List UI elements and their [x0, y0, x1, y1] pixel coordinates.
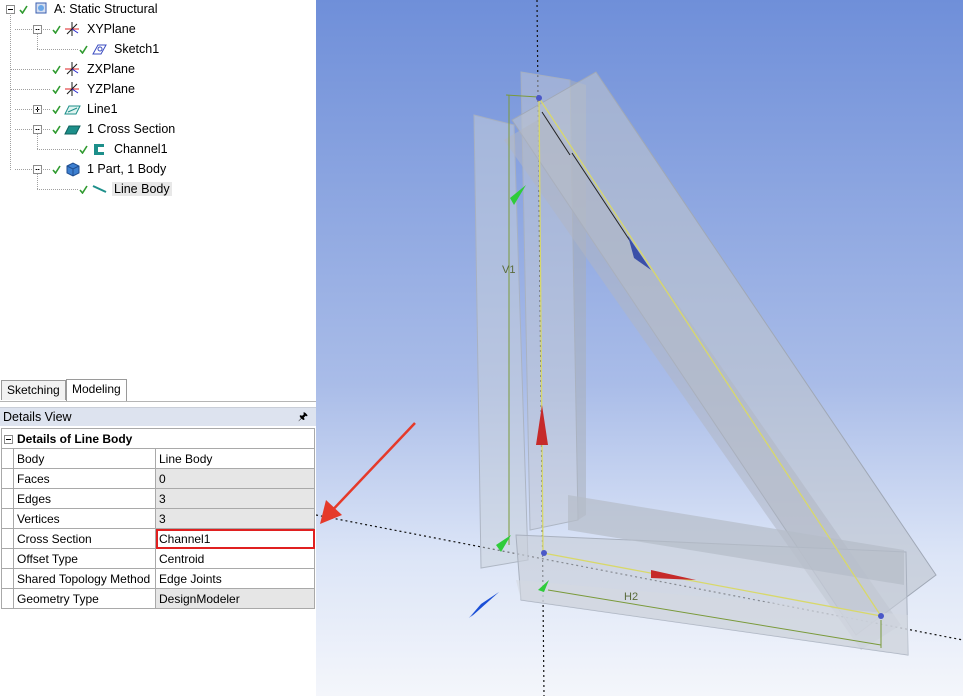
model-scene — [316, 0, 963, 696]
tree-connector — [15, 169, 50, 170]
details-group-row[interactable]: Details of Line Body — [0, 428, 316, 449]
details-row[interactable]: Shared Topology Method Edge Joints — [1, 568, 316, 589]
details-view-header: Details View 🖈 — [0, 407, 316, 426]
property-edges-value[interactable]: 3 — [154, 488, 316, 509]
property-vertices-label: Vertices — [13, 508, 156, 529]
collapse-icon[interactable] — [4, 434, 13, 444]
part-body-icon — [66, 162, 80, 177]
channel-icon — [94, 144, 104, 155]
mode-tabs: Sketching Modeling — [0, 377, 316, 402]
plane-axes-icon — [65, 62, 79, 76]
check-icon — [52, 85, 61, 94]
vertex-origin[interactable] — [541, 550, 547, 556]
property-shared-topology-method-value[interactable]: Edge Joints — [154, 568, 316, 589]
tab-sketching[interactable]: Sketching — [1, 380, 66, 400]
check-icon — [19, 5, 28, 14]
tree-connector — [15, 129, 50, 130]
vertex-top[interactable] — [536, 95, 542, 101]
details-view-title: Details View — [3, 410, 72, 424]
details-table: Details of Line Body Body Line Body Faces 0… — [0, 428, 316, 609]
tree-connector — [10, 69, 50, 70]
property-vertices-value[interactable]: 3 — [154, 508, 316, 529]
tree-item-parts[interactable]: 1 Part, 1 Body — [33, 159, 168, 179]
tree-item-label: 1 Cross Section — [87, 122, 176, 136]
plane-axes-icon — [65, 82, 79, 96]
property-geometry-type-value[interactable]: DesignModeler — [154, 588, 316, 609]
dimension-v1-label[interactable]: V1 — [502, 264, 515, 276]
tree-item-label: Sketch1 — [114, 42, 160, 56]
tree-item-static-structural[interactable]: A: Static Structural — [6, 0, 160, 19]
property-offset-type-label: Offset Type — [13, 548, 156, 569]
tree-connector — [37, 149, 78, 150]
cross-section-icon — [64, 125, 81, 135]
tree-connector — [37, 49, 78, 50]
details-row[interactable]: Cross Section Channel1 — [1, 528, 316, 549]
check-icon — [52, 65, 61, 74]
check-icon — [79, 145, 88, 154]
tree-item-label: A: Static Structural — [54, 2, 158, 16]
tree-connector — [15, 109, 50, 110]
tree-item-label: Line1 — [87, 102, 118, 116]
tree-item-label: 1 Part, 1 Body — [87, 162, 167, 176]
tree-item-label: Channel1 — [114, 142, 168, 156]
tree-connector — [37, 189, 78, 190]
tab-modeling[interactable]: Modeling — [66, 379, 127, 401]
tree-connector — [37, 174, 38, 189]
property-cross-section-value[interactable]: Channel1 — [154, 528, 316, 549]
check-icon — [52, 105, 61, 114]
tree-item-label: ZXPlane — [87, 62, 135, 76]
tree-item-label: XYPlane — [87, 22, 136, 36]
tree-connector — [10, 89, 50, 90]
check-icon — [52, 25, 61, 34]
tree-connector — [37, 134, 38, 149]
details-row[interactable]: Faces 0 — [1, 468, 316, 489]
left-panel: A: Static Structural XYPlane Sketch1 ZXPlan… — [0, 0, 316, 696]
line-body-icon — [92, 185, 107, 193]
property-faces-label: Faces — [13, 468, 156, 489]
tree-item-cross-section[interactable]: 1 Cross Section — [33, 119, 177, 139]
line-feature-icon — [64, 105, 81, 115]
details-row[interactable]: Edges 3 — [1, 488, 316, 509]
details-row[interactable]: Offset Type Centroid — [1, 548, 316, 569]
property-cross-section-label: Cross Section — [13, 528, 156, 549]
tree-item-label: YZPlane — [87, 82, 135, 96]
pin-icon[interactable]: 🖈 — [298, 408, 308, 427]
property-shared-topology-method-label: Shared Topology Method — [13, 568, 156, 589]
property-geometry-type-label: Geometry Type — [13, 588, 156, 609]
vertex-right[interactable] — [878, 613, 884, 619]
details-row[interactable]: Body Line Body — [1, 448, 316, 469]
annotation-arrow-icon — [320, 422, 416, 524]
details-row[interactable]: Vertices 3 — [1, 508, 316, 529]
check-icon — [79, 45, 88, 54]
check-icon — [52, 165, 61, 174]
property-body-value[interactable]: Line Body — [154, 448, 316, 469]
details-group-title: Details of Line Body — [17, 431, 133, 446]
sketch-icon — [92, 44, 107, 55]
model-icon — [35, 2, 47, 14]
details-row[interactable]: Geometry Type DesignModeler — [1, 588, 316, 609]
property-faces-value[interactable]: 0 — [154, 468, 316, 489]
check-icon — [52, 125, 61, 134]
tree-item-label: Line Body — [112, 182, 172, 196]
property-offset-type-value[interactable]: Centroid — [154, 548, 316, 569]
property-edges-label: Edges — [13, 488, 156, 509]
tree-connector — [37, 34, 38, 49]
property-body-label: Body — [13, 448, 156, 469]
check-icon — [79, 185, 88, 194]
tree-connector — [15, 29, 50, 30]
plane-axes-icon — [65, 22, 79, 36]
dimension-h2-label[interactable]: H2 — [624, 591, 638, 603]
tree-connector — [10, 13, 11, 170]
graphics-viewport[interactable]: V1 H2 — [316, 0, 963, 696]
